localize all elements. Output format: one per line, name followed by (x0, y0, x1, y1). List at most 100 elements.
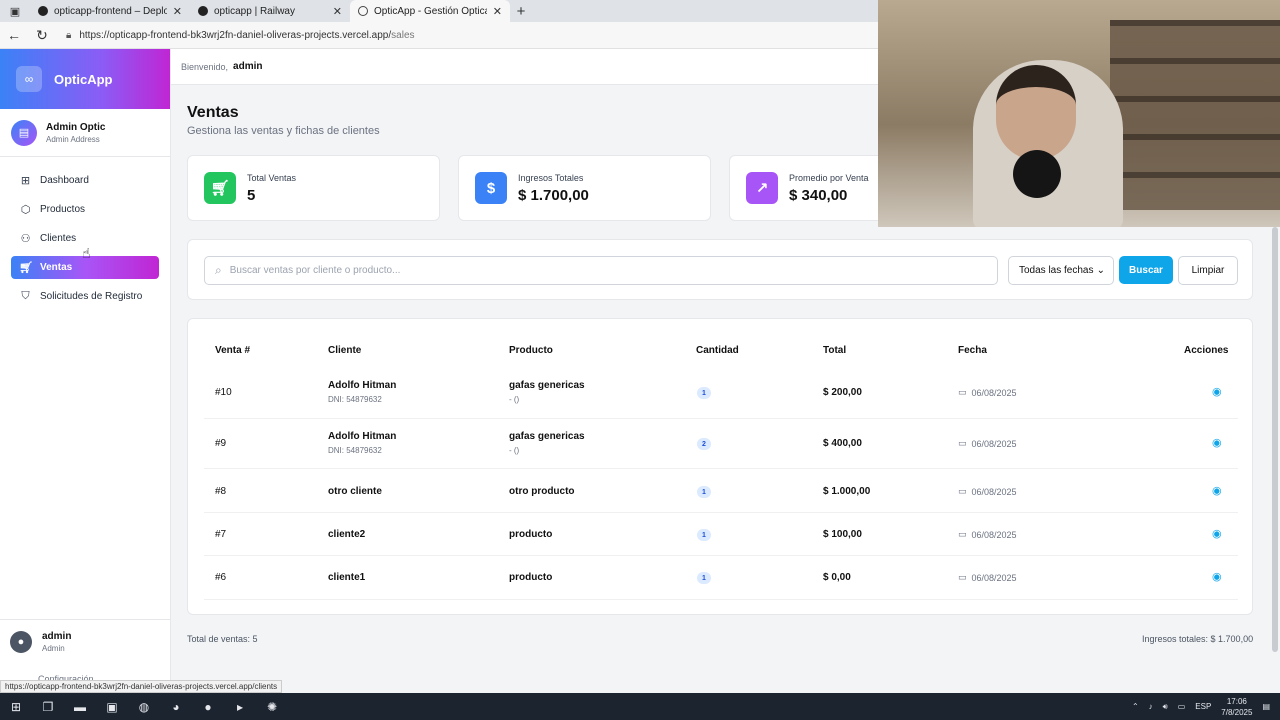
header-fecha: Fecha (958, 345, 987, 356)
close-tab-icon[interactable]: ✕ (333, 5, 342, 18)
microphone-image (1013, 150, 1061, 198)
new-tab-button[interactable]: + (510, 3, 532, 20)
sale-total: $ 400,00 (823, 438, 862, 449)
glasses-icon: ∞ (16, 66, 42, 92)
search-icon: ⌕ (215, 263, 222, 277)
vercel-icon (38, 6, 48, 16)
user-name: Admin Optic (46, 121, 106, 133)
sidebar-footer-user[interactable]: ● admin Admin (0, 619, 171, 663)
table-row: #9 Adolfo Hitman DNI: 54879632 gafas gen… (204, 419, 1238, 469)
close-tab-icon[interactable]: ✕ (493, 5, 502, 18)
stat-label: Promedio por Venta (789, 172, 869, 183)
sales-table: Venta # Cliente Producto Cantidad Total … (187, 318, 1253, 615)
quantity-badge: 1 (697, 387, 711, 399)
lock-icon: 🔒︎ (66, 29, 72, 41)
chevron-up-icon[interactable]: ⌃ (1132, 702, 1139, 711)
railway-icon (198, 6, 208, 16)
client-name: otro cliente (328, 486, 382, 497)
close-tab-icon[interactable]: ✕ (173, 5, 182, 18)
sale-id: #10 (215, 387, 232, 398)
sale-id: #7 (215, 529, 227, 540)
search-input[interactable] (229, 265, 970, 276)
quantity-badge: 1 (697, 486, 711, 498)
terminal-icon[interactable]: ▸ (224, 700, 256, 714)
sidebar-item-solicitudes[interactable]: ⛉ Solicitudes de Registro (11, 285, 159, 308)
notifications-icon[interactable]: ▤ (1262, 702, 1270, 711)
page-subtitle: Gestiona las ventas y fichas de clientes (187, 125, 380, 137)
reload-icon[interactable]: ↻ (28, 27, 56, 44)
total-sales-text: Total de ventas: 5 (187, 634, 258, 644)
view-eye-icon[interactable]: ◉ (1212, 385, 1222, 398)
view-eye-icon[interactable]: ◉ (1212, 484, 1222, 497)
date-filter-value: Todas las fechas (1019, 265, 1094, 276)
top-bar: Bienvenido, admin (171, 49, 878, 85)
user-address: Admin Address (46, 134, 100, 144)
volume-icon[interactable]: 🔊︎ (1163, 702, 1168, 712)
product-name: gafas genericas (509, 380, 585, 391)
limpiar-button[interactable]: Limpiar (1178, 256, 1238, 285)
view-eye-icon[interactable]: ◉ (1212, 570, 1222, 583)
browser-tab-3[interactable]: OpticApp - Gestión Óptica ✕ (350, 0, 510, 22)
filter-card: ⌕ Todas las fechas ⌄ Buscar Limpiar (187, 239, 1253, 300)
clock-date: 7/8/2025 (1221, 707, 1253, 717)
sale-date-text: 06/08/2025 (971, 572, 1017, 583)
page-title: Ventas (187, 104, 239, 121)
user-icon: ● (10, 630, 32, 653)
sale-id: #9 (215, 438, 227, 449)
buscar-button[interactable]: Buscar (1119, 256, 1173, 284)
language-indicator[interactable]: ESP (1195, 702, 1211, 711)
browser-tab-2[interactable]: opticapp | Railway ✕ (190, 0, 350, 22)
sale-date-text: 06/08/2025 (971, 529, 1017, 540)
sale-total: $ 200,00 (823, 387, 862, 398)
file-explorer-icon[interactable]: ▬ (64, 700, 96, 714)
clock[interactable]: 17:06 7/8/2025 (1221, 696, 1252, 718)
page-scrollbar[interactable] (1272, 227, 1278, 652)
header-producto: Producto (509, 345, 553, 356)
sidebar-menu: ⊞ Dashboard ⬡ Productos ⚇ Clientes 🛒︎ Ve… (0, 157, 170, 326)
browser-tab-1[interactable]: opticapp-frontend – Deployment ✕ (30, 0, 190, 22)
stat-label: Total Ventas (247, 172, 297, 183)
tab-title: OpticApp - Gestión Óptica (374, 5, 487, 17)
mouse-pointer-icon: ☝︎ (82, 245, 91, 261)
cart-icon: 🛒︎ (204, 172, 236, 204)
date-filter-select[interactable]: Todas las fechas ⌄ (1008, 256, 1114, 285)
tab-title: opticapp | Railway (214, 5, 295, 17)
table-row: #8 otro cliente otro producto 1 $ 1.000,… (204, 469, 1238, 513)
stat-label: Ingresos Totales (518, 172, 584, 183)
app-icon[interactable]: ▣ (96, 700, 128, 714)
network-icon[interactable]: ▭ (1178, 702, 1186, 711)
back-arrow-icon[interactable]: ← (0, 27, 28, 43)
sidebar-item-label: Productos (40, 204, 86, 215)
sale-date-text: 06/08/2025 (971, 387, 1017, 398)
sidebar-item-productos[interactable]: ⬡ Productos (11, 198, 159, 221)
url-path: sales (391, 29, 415, 41)
sale-date: ▭ 06/08/2025 (958, 438, 1017, 449)
view-eye-icon[interactable]: ◉ (1212, 527, 1222, 540)
microphone-icon[interactable]: ♪ (1149, 702, 1153, 711)
client-dni: DNI: 54879632 (328, 395, 382, 404)
total-income-text: Ingresos totales: $ 1.700,00 (1142, 634, 1254, 644)
edge-browser-icon[interactable]: ◍ (128, 700, 160, 714)
tab-actions-icon[interactable]: ▣ (0, 0, 30, 22)
view-eye-icon[interactable]: ◉ (1212, 436, 1222, 449)
sale-total: $ 100,00 (823, 529, 862, 540)
client-name: cliente2 (328, 529, 366, 540)
client-name: Adolfo Hitman (328, 431, 397, 442)
brand-name: OpticApp (54, 71, 113, 87)
clock-time: 17:06 (1226, 696, 1247, 706)
shield-icon: ⛉ (21, 290, 30, 302)
sale-total: $ 0,00 (823, 572, 851, 583)
table-row: #7 cliente2 producto 1 $ 100,00 ▭ 06/08/2… (204, 513, 1238, 556)
sidebar-item-dashboard[interactable]: ⊞ Dashboard (11, 169, 159, 192)
sale-date-text: 06/08/2025 (971, 486, 1017, 497)
sale-id: #8 (215, 486, 227, 497)
sale-total: $ 1.000,00 (823, 486, 871, 497)
windows-start-icon[interactable]: ⊞ (0, 700, 32, 714)
task-view-icon[interactable]: ❐ (32, 700, 64, 714)
product-name: producto (509, 529, 553, 540)
discord-icon[interactable]: ◕ (160, 700, 192, 714)
spotify-icon[interactable]: ● (192, 700, 224, 714)
user-card: ▤ Admin Optic Admin Address (0, 109, 170, 157)
chatgpt-icon[interactable]: ✺ (256, 700, 288, 714)
brand-header[interactable]: ∞ OpticApp (0, 49, 170, 109)
